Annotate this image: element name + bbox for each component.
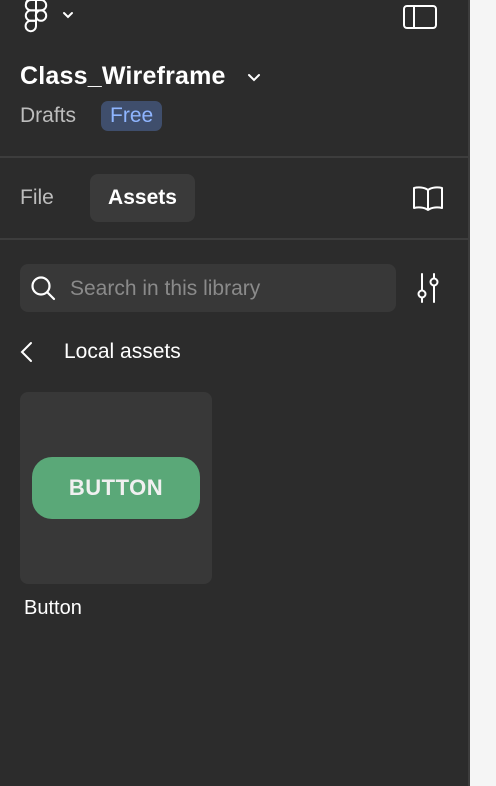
assets-panel: Class_Wireframe Drafts Free File Assets … (0, 0, 468, 786)
search-box[interactable] (20, 264, 396, 314)
search-input[interactable] (68, 264, 392, 314)
back-chevron-icon[interactable] (18, 340, 36, 364)
file-location[interactable]: Drafts (20, 104, 76, 128)
asset-card-label: Button (24, 597, 82, 619)
search-icon (31, 276, 56, 301)
title-chevron-down-icon[interactable] (246, 71, 262, 85)
tab-file[interactable]: File (20, 186, 54, 210)
chevron-down-icon[interactable] (61, 8, 75, 22)
canvas-edge (470, 0, 496, 786)
figma-logo-icon[interactable] (22, 0, 50, 34)
section-title: Local assets (64, 340, 181, 363)
book-icon[interactable] (411, 184, 445, 212)
tab-assets[interactable]: Assets (90, 174, 195, 222)
filter-icon[interactable] (414, 272, 442, 304)
asset-card-button[interactable]: BUTTON (20, 392, 212, 584)
divider (0, 238, 468, 240)
asset-preview-button: BUTTON (32, 457, 200, 519)
divider (0, 156, 468, 158)
sidebar-toggle-icon[interactable] (402, 2, 438, 30)
file-title[interactable]: Class_Wireframe (20, 62, 226, 91)
plan-badge: Free (101, 101, 163, 131)
